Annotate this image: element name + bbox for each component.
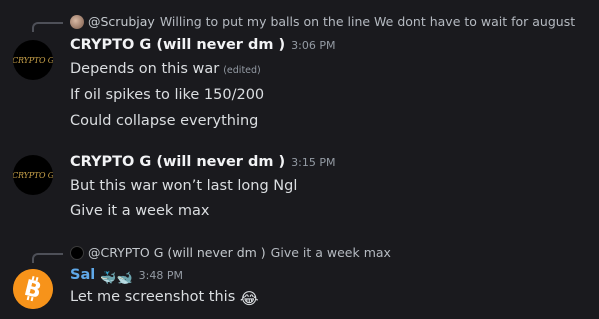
message-author[interactable]: Sal 🐳🐋 3:48 PM [70,267,183,286]
avatar-label: CRYPTO G [13,55,53,65]
message-author[interactable]: CRYPTO G (will never dm ) 3:15 PM [70,154,335,170]
message-timestamp: 3:06 PM [291,39,336,52]
message-text: Let me screenshot this [70,289,236,305]
reply-text: Willing to put my balls on the line We d… [159,14,576,29]
edited-label: (edited) [223,65,261,76]
reply-preview[interactable]: @CRYPTO G (will never dm ) Give it a wee… [70,245,391,260]
message-line: Could collapse everything [70,113,259,129]
laughing-emoji: 😂 [239,289,259,308]
reply-connector [32,253,63,263]
message-text: Depends on this war [70,61,220,77]
avatar[interactable]: CRYPTO G [13,40,53,80]
reply-avatar [70,245,84,260]
message-author[interactable]: CRYPTO G (will never dm ) 3:06 PM [70,37,335,53]
message-timestamp: 3:15 PM [291,156,336,169]
author-name[interactable]: CRYPTO G (will never dm ) [70,37,285,53]
reply-avatar [70,14,84,29]
reply-text: Give it a week max [270,245,391,260]
avatar-label: CRYPTO G [13,170,53,180]
reply-connector [32,22,63,32]
reply-author[interactable]: @CRYPTO G (will never dm ) [88,245,266,260]
avatar[interactable]: B [13,269,53,309]
bitcoin-icon: B [13,269,53,309]
message-timestamp: 3:48 PM [138,269,183,282]
avatar[interactable]: CRYPTO G [13,155,53,195]
chat-area: @Scrubjay Willing to put my balls on the… [0,0,599,319]
message-line: Depends on this war (edited) [70,61,261,77]
message-line: But this war won’t last long Ngl [70,178,298,194]
whale-emojis: 🐳🐋 [100,271,133,286]
reply-preview[interactable]: @Scrubjay Willing to put my balls on the… [70,14,575,29]
reply-author[interactable]: @Scrubjay [88,14,155,29]
message-line: If oil spikes to like 150/200 [70,87,265,103]
message-line: Give it a week max [70,203,210,219]
author-name[interactable]: Sal [70,267,95,283]
author-name[interactable]: CRYPTO G (will never dm ) [70,154,285,170]
message-line: Let me screenshot this 😂 [70,289,259,308]
